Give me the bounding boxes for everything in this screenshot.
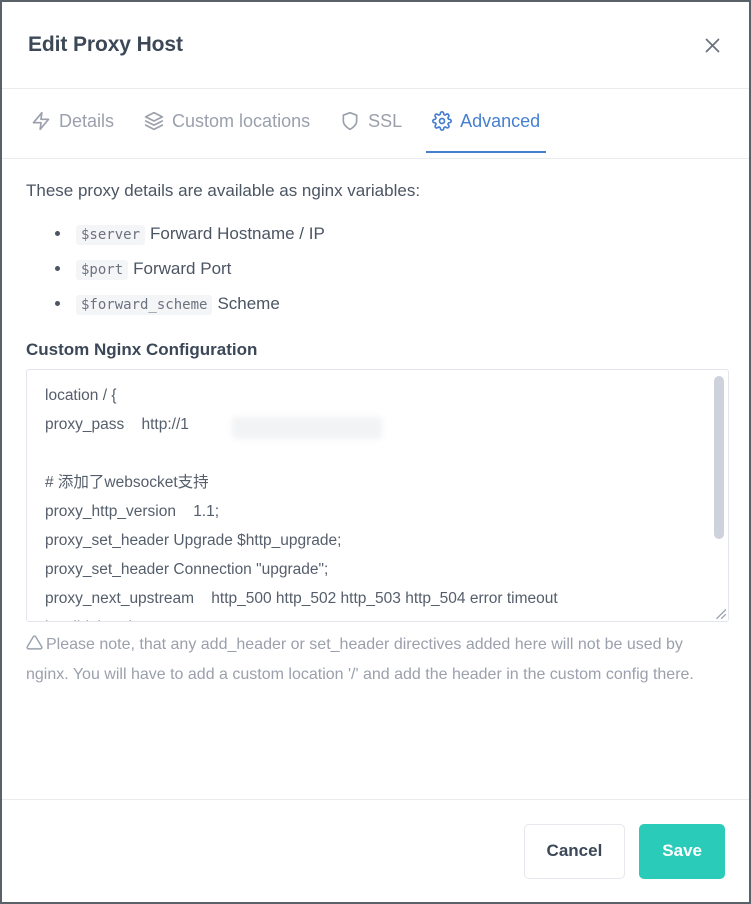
intro-text: These proxy details are available as ngi…	[26, 181, 421, 200]
config-textarea-wrapper	[26, 369, 729, 622]
close-icon[interactable]	[697, 30, 727, 60]
zap-icon	[31, 111, 51, 131]
tab-label: Advanced	[460, 110, 541, 131]
variable-description: Forward Port	[133, 259, 232, 278]
variable-name: $forward_scheme	[76, 295, 213, 315]
variable-name: $server	[76, 225, 146, 245]
list-item: $portForward Port	[72, 252, 725, 287]
page-title: Edit Proxy Host	[28, 33, 183, 56]
save-button[interactable]: Save	[639, 823, 725, 879]
redacted-url-overlay	[232, 417, 382, 439]
alert-triangle-icon	[26, 633, 43, 661]
tab-custom-locations[interactable]: Custom locations	[129, 89, 325, 153]
header-directives-note: Please note, that any add_header or set_…	[26, 631, 726, 689]
textarea-resize-handle[interactable]	[713, 606, 727, 620]
config-field-label: Custom Nginx Configuration	[26, 340, 258, 359]
modal-header: Edit Proxy Host	[2, 2, 749, 89]
layers-icon	[144, 111, 164, 131]
tab-advanced[interactable]: Advanced	[417, 89, 555, 153]
variable-description: Forward Hostname / IP	[150, 224, 325, 243]
gear-icon	[432, 111, 453, 131]
tab-label: SSL	[368, 110, 403, 131]
shield-icon	[340, 111, 360, 131]
cancel-button[interactable]: Cancel	[523, 823, 626, 879]
tab-label: Custom locations	[172, 110, 311, 131]
custom-nginx-config-input[interactable]	[26, 369, 729, 622]
variable-description: Scheme	[217, 294, 280, 313]
textarea-scrollbar-thumb[interactable]	[714, 376, 724, 539]
tab-label: Details	[59, 110, 115, 131]
list-item: $forward_schemeScheme	[72, 287, 725, 322]
variable-name: $port	[76, 260, 129, 280]
nginx-variables-list: $serverForward Hostname / IP $portForwar…	[72, 217, 725, 322]
list-item: $serverForward Hostname / IP	[72, 217, 725, 252]
edit-proxy-host-modal: Edit Proxy Host Details Custom locations…	[0, 0, 751, 904]
modal-footer: Cancel Save	[2, 799, 749, 902]
note-text: Please note, that any add_header or set_…	[26, 636, 694, 683]
tab-details[interactable]: Details	[16, 89, 129, 153]
tab-ssl[interactable]: SSL	[325, 89, 417, 153]
tab-bar: Details Custom locations SSL Advanced	[2, 89, 749, 159]
modal-body: These proxy details are available as ngi…	[2, 159, 749, 799]
textarea-scrollbar[interactable]	[714, 371, 727, 620]
